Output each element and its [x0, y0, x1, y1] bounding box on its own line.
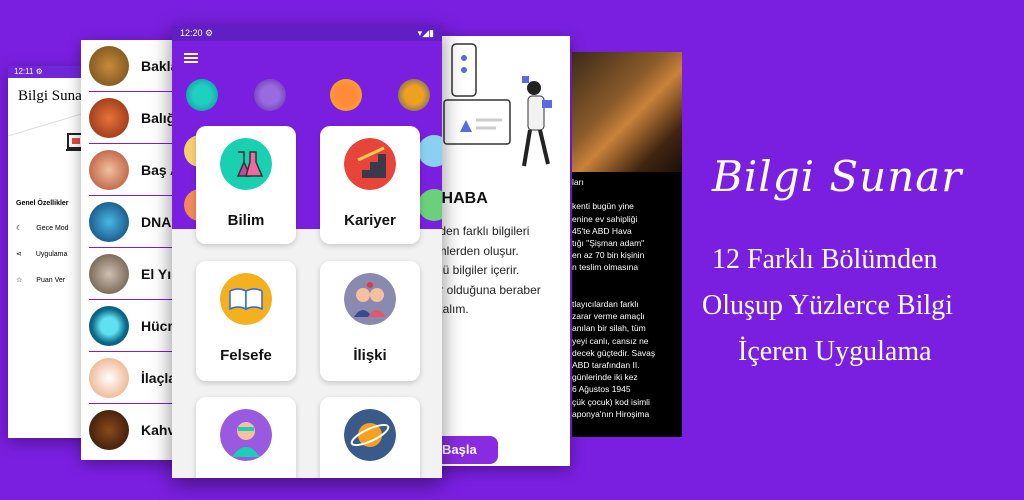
- promo-line-1: 12 Farklı Bölümden: [712, 244, 938, 275]
- category-card-health[interactable]: [196, 397, 296, 478]
- topic-thumbnail: [89, 253, 129, 294]
- article-line: günlerinde iki kez: [572, 372, 638, 383]
- category-card-science[interactable]: Bilim: [196, 126, 296, 244]
- brand-title: Bilgi Sunar: [712, 152, 963, 201]
- partial-icon-right-2[interactable]: [418, 189, 442, 221]
- topic-thumbnail: [89, 357, 129, 398]
- welcome-line: inden farklı bilgileri: [430, 224, 530, 238]
- rate-item[interactable]: ☆ Puan Ver: [16, 276, 66, 285]
- promo-line-3: İçeren Uygulama: [738, 336, 932, 367]
- list-item-label: Balığ: [141, 109, 176, 126]
- headphones-icon[interactable]: [186, 79, 218, 111]
- list-item-label: Kahv: [141, 422, 176, 438]
- list-item-label: Hücr: [141, 317, 173, 334]
- app-bar: [172, 41, 442, 79]
- article-line: 45'te ABD Hava: [572, 225, 632, 236]
- article-line: aponya'nın Hiroşima: [572, 408, 650, 419]
- welcome-text: inden farklı bilgileri ümlerden oluşur. …: [430, 222, 570, 320]
- welcome-line: zgü bilgiler içerir.: [430, 263, 520, 277]
- app-label: Uygulama: [35, 250, 68, 258]
- stairs-icon: [344, 138, 396, 190]
- welcome-illustration: [443, 43, 552, 167]
- star-icon: ☆: [16, 277, 23, 284]
- article-line: n teslim olmasına: [572, 262, 639, 273]
- article-line: kenti bugün yine: [572, 201, 634, 212]
- signal-battery-icon: ▾◢▮: [417, 28, 434, 38]
- article-image: [572, 52, 682, 172]
- status-bar: 12:20 ⚙ ▾◢▮: [172, 25, 442, 41]
- doctor-icon: [220, 409, 272, 461]
- card-label: Felsefe: [220, 347, 272, 364]
- article-line: yeyi canlı, cansız ne: [572, 335, 649, 346]
- night-mode-icon: ☾: [16, 225, 23, 232]
- category-card-relationship[interactable]: İlişki: [320, 261, 420, 381]
- list-item-label: DNA: [141, 213, 172, 230]
- night-mode-item[interactable]: ☾ Gece Mod: [16, 224, 69, 233]
- article-line: decek güçtedir. Savaş: [572, 347, 656, 358]
- card-label: Bilim: [227, 212, 265, 229]
- article-line: ları: [572, 177, 584, 187]
- card-label: İlişki: [353, 347, 387, 364]
- article-screen: ları kenti bugün yine enine ev sahipliği 45…: [572, 52, 682, 437]
- night-mode-label: Gece Mod: [36, 224, 69, 232]
- idea-icon[interactable]: [330, 79, 362, 111]
- article-line: tlayıcılardan farklı: [572, 298, 639, 309]
- doctor-icon[interactable]: [254, 79, 286, 111]
- article-line: çük çocuk) kod isimli: [572, 396, 650, 407]
- article-line: [572, 274, 682, 286]
- article-line: tığı "Şişman adam": [572, 238, 645, 248]
- main-screen: 12:20 ⚙ ▾◢▮ Bilim Kariyer Felsefe İlişki: [172, 25, 442, 478]
- article-line: ABD tarafından II.: [572, 360, 640, 370]
- planet-icon: [344, 409, 396, 461]
- topic-thumbnail: [89, 305, 129, 346]
- share-icon: ⋖: [16, 251, 22, 258]
- status-time: 12:20: [180, 28, 203, 38]
- rate-label: Puan Ver: [36, 276, 66, 284]
- promo-line-2: Oluşup Yüzlerce Bilgi: [702, 290, 953, 321]
- article-line: anılan bir silah, tüm: [572, 323, 646, 334]
- topic-thumbnail: [89, 45, 129, 86]
- list-item-label: İlaçla: [141, 369, 177, 386]
- article-text: ları kenti bugün yine enine ev sahipliği 45…: [572, 176, 682, 420]
- book-icon: [220, 273, 272, 325]
- welcome-line: ler olduğuna beraber: [430, 282, 541, 297]
- article-line: en az 70 bin kişinin: [572, 250, 645, 261]
- article-line: 6 Ağustos 1945: [572, 384, 631, 395]
- topic-thumbnail: [89, 410, 129, 450]
- welcome-line: ümlerden oluşur.: [430, 243, 519, 258]
- article-line: enine ev sahipliği: [572, 213, 638, 224]
- category-card-career[interactable]: Kariyer: [320, 126, 420, 244]
- couple-icon: [344, 273, 396, 325]
- welcome-line: akalım.: [430, 302, 469, 316]
- topic-thumbnail: [89, 149, 129, 190]
- topic-thumbnail: [89, 201, 129, 242]
- article-line: zarar verme amaçlı: [572, 311, 645, 322]
- category-card-philosophy[interactable]: Felsefe: [196, 261, 296, 381]
- flask-icon: [220, 138, 272, 190]
- app-item[interactable]: ⋖ Uygulama: [16, 250, 68, 259]
- article-line: [572, 188, 682, 200]
- section-heading: Genel Özellikler: [16, 200, 69, 207]
- article-line: [572, 286, 682, 298]
- topic-thumbnail: [89, 97, 129, 138]
- planet-icon[interactable]: [398, 79, 430, 111]
- welcome-screen: RHABA inden farklı bilgileri ümlerden ol…: [430, 36, 570, 466]
- category-card-space[interactable]: [320, 397, 420, 478]
- menu-icon[interactable]: [184, 53, 198, 63]
- card-label: Kariyer: [344, 212, 396, 229]
- status-time: 12:11: [14, 67, 34, 76]
- partial-icon-right[interactable]: [418, 135, 442, 167]
